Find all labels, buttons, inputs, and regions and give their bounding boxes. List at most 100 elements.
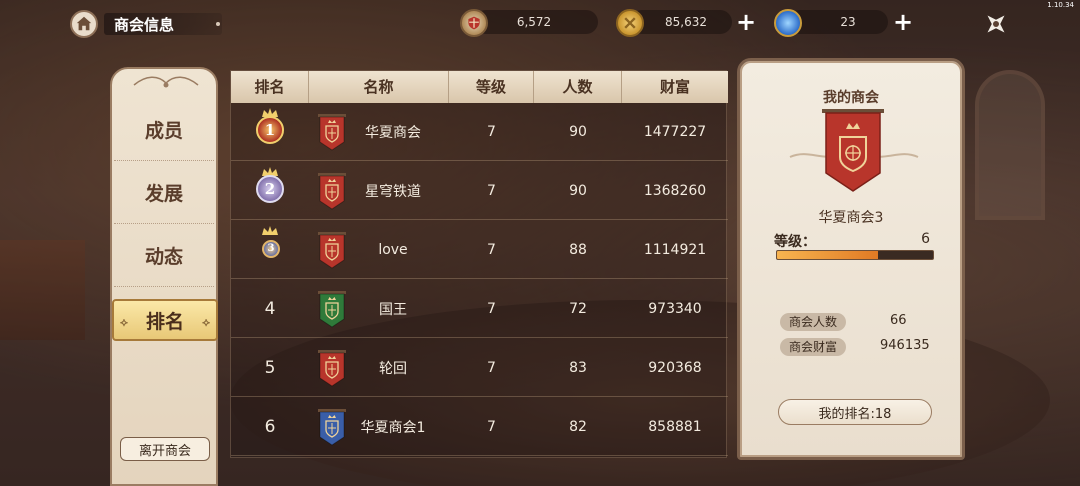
rank-cell: 4: [231, 299, 309, 319]
close-icon: [987, 15, 1005, 33]
rank-cell: 5: [231, 358, 309, 378]
guild-members: 82: [569, 418, 587, 435]
guild-shield-icon: [460, 9, 488, 37]
rank-cell: 1: [231, 107, 309, 154]
header-name: 名称: [309, 71, 449, 103]
close-button[interactable]: [980, 8, 1012, 40]
guild-name: 华夏商会1: [360, 419, 426, 436]
guild-members: 83: [569, 359, 587, 376]
rank-cell: 6: [231, 417, 309, 437]
left-ornament-icon: ⟡: [120, 315, 128, 329]
resource-gold-value: 85,632: [665, 15, 707, 29]
add-gems-button[interactable]: +: [892, 10, 914, 34]
my-rank-button[interactable]: 我的排名:18: [778, 399, 932, 425]
name-cell: 星穹铁道: [309, 172, 449, 210]
leave-guild-button[interactable]: 离开商会: [120, 437, 210, 461]
guild-name: 星穹铁道: [365, 183, 421, 200]
header-level: 等级: [449, 71, 534, 103]
guild-members: 90: [569, 123, 587, 140]
name-cell: 国王: [309, 290, 449, 328]
table-row[interactable]: 1 华夏商会 7 90 1477227: [231, 103, 728, 161]
title-dot: [216, 22, 220, 26]
menu-item-ranking-label: 排名: [145, 310, 184, 333]
resource-gems: 23: [788, 10, 888, 34]
ranking-table: 排名 名称 等级 人数 财富 1 华夏商会 7 90 1477227 2 星穹铁道 7 90 13…: [230, 70, 728, 458]
name-cell: love: [309, 231, 449, 269]
medal-rank-number: 2: [256, 174, 284, 203]
rank-cell: 2: [231, 166, 309, 213]
header-wealth: 财富: [659, 78, 690, 96]
header-members: 人数: [534, 71, 622, 103]
guild-wealth: 973340: [648, 300, 702, 317]
gold-coin-icon: [616, 9, 644, 37]
guild-name: 轮回: [379, 360, 407, 377]
table-header: 排名 名称 等级 人数 财富: [231, 71, 728, 103]
guild-wealth: 858881: [648, 418, 702, 435]
table-row[interactable]: 3 love 7 88 1114921: [231, 221, 728, 279]
guild-level: 7: [487, 182, 496, 199]
guild-banner-icon: [318, 408, 346, 446]
guild-level: 7: [487, 241, 496, 258]
menu-item-ranking[interactable]: ⟡ 排名 ⟡: [112, 299, 218, 341]
table-row[interactable]: 5 轮回 7 83 920368: [231, 339, 728, 397]
resource-guild-points-value: 6,572: [516, 15, 552, 29]
right-ornament-icon: ⟡: [202, 315, 210, 329]
guild-wealth: 1114921: [643, 241, 707, 258]
level-progress-bar: [776, 250, 934, 260]
background-window: [975, 70, 1045, 220]
table-row[interactable]: 4 国王 7 72 973340: [231, 280, 728, 338]
name-cell: 轮回: [309, 349, 449, 387]
guild-banner-icon: [318, 231, 346, 269]
gold-medal-icon: 1: [250, 107, 290, 150]
guild-level: 7: [487, 300, 496, 317]
silver-medal-icon: 2: [250, 166, 290, 209]
my-guild-banner-icon: [822, 109, 884, 192]
name-cell: 华夏商会: [309, 113, 449, 151]
table-row[interactable]: 2 星穹铁道 7 90 1368260: [231, 162, 728, 220]
menu-item-activity[interactable]: 动态: [114, 225, 214, 287]
rank-number: 5: [264, 357, 276, 378]
medal-rank-number: 3: [262, 239, 280, 258]
members-label: 商会人数: [780, 313, 846, 331]
my-guild-panel: 我的商会 华夏商会3 等级： 6 商会人数 66 商会财富 946135 我的排…: [737, 58, 965, 460]
background-desk: [0, 240, 85, 340]
guild-banner-icon: [318, 113, 346, 151]
table-row[interactable]: 6 华夏商会1 7 82 858881: [231, 398, 728, 456]
guild-banner-icon: [318, 172, 346, 210]
guild-members: 88: [569, 241, 587, 258]
my-guild-level-value: 6: [921, 231, 930, 247]
home-button[interactable]: [70, 10, 98, 38]
name-cell: 华夏商会1: [309, 408, 449, 446]
menu-item-development[interactable]: 发展: [114, 162, 214, 224]
guild-name: 国王: [379, 301, 407, 318]
menu-item-members[interactable]: 成员: [114, 99, 214, 161]
guild-wealth: 920368: [648, 359, 702, 376]
guild-wealth: 1477227: [643, 123, 707, 140]
wealth-label: 商会财富: [780, 338, 846, 356]
guild-name: love: [378, 241, 408, 258]
bronze-medal-icon: 3: [250, 225, 290, 268]
guild-members: 90: [569, 182, 587, 199]
my-guild-name: 华夏商会3: [818, 210, 884, 226]
menu-ornament: [133, 76, 199, 88]
blue-gem-icon: [774, 9, 802, 37]
resource-gems-value: 23: [840, 15, 856, 29]
home-icon: [76, 16, 92, 31]
guild-banner-icon: [318, 290, 346, 328]
level-progress-fill: [777, 251, 879, 259]
members-value: 66: [890, 313, 907, 328]
rank-number: 4: [264, 298, 276, 319]
rank-cell: 3: [231, 225, 309, 272]
guild-level: 7: [487, 123, 496, 140]
guild-level: 7: [487, 418, 496, 435]
side-menu: 成员 发展 动态 ⟡ 排名 ⟡ 离开商会: [110, 67, 218, 486]
guild-banner-icon: [318, 349, 346, 387]
version-label: 1.10.34: [1047, 1, 1074, 9]
header-rank: 排名: [231, 71, 309, 103]
resource-gold: 85,632: [630, 10, 732, 34]
top-bar: 商会信息 6,572 85,632 + 23 + 1.10.34: [0, 0, 1080, 48]
guild-wealth: 1368260: [643, 182, 707, 199]
add-gold-button[interactable]: +: [735, 10, 757, 34]
resource-guild-points: 6,572: [474, 10, 598, 34]
page-title: 商会信息: [114, 16, 175, 34]
